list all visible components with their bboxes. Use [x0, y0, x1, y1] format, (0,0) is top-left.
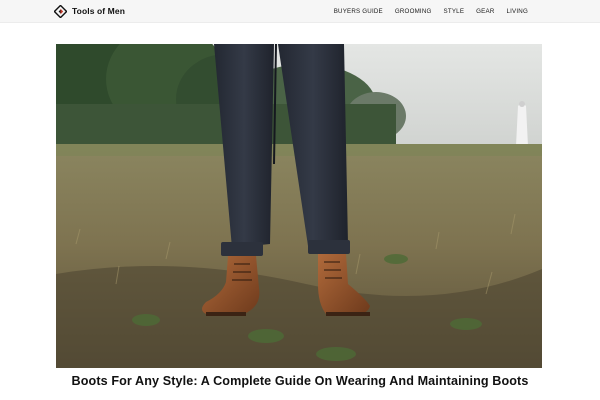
- nav-item-style[interactable]: STYLE: [438, 8, 471, 15]
- site-logo-link[interactable]: Tools of Men: [53, 3, 125, 19]
- nav-item-buyers-guide[interactable]: BUYERS GUIDE: [328, 8, 389, 15]
- nav-item-gear[interactable]: GEAR: [470, 8, 500, 15]
- site-name: Tools of Men: [72, 6, 125, 16]
- article-hero-image[interactable]: [56, 44, 542, 368]
- tools-of-men-logo-icon: [53, 3, 68, 19]
- nav-item-living[interactable]: LIVING: [501, 8, 535, 15]
- article-title[interactable]: Boots For Any Style: A Complete Guide On…: [0, 374, 600, 388]
- nav-item-grooming[interactable]: GROOMING: [389, 8, 438, 15]
- main-navigation: BUYERS GUIDE GROOMING STYLE GEAR LIVING: [328, 0, 534, 22]
- hero-photo: [56, 44, 542, 368]
- site-header: Tools of Men BUYERS GUIDE GROOMING STYLE…: [0, 0, 600, 23]
